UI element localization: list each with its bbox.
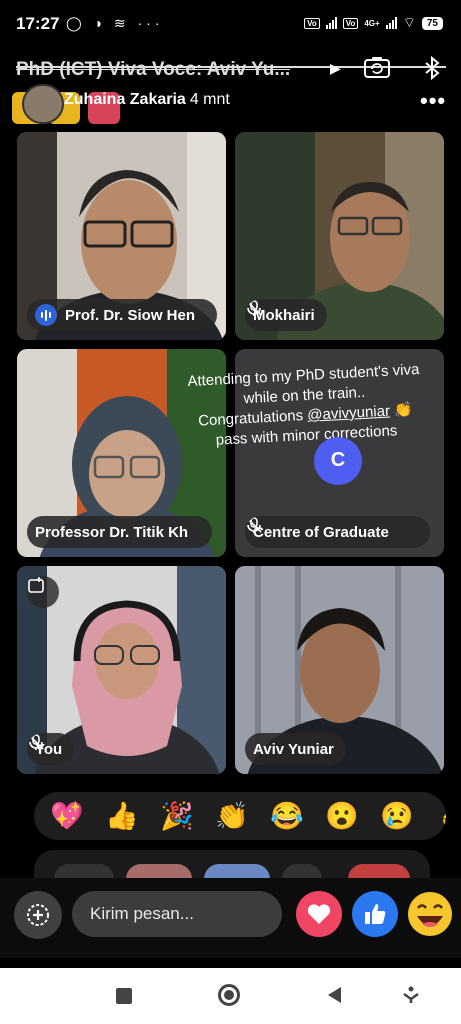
- home-button[interactable]: [218, 984, 240, 1006]
- story-caption: Attending to my PhD student's viva while…: [183, 360, 427, 452]
- bluetooth-icon[interactable]: [422, 56, 442, 80]
- network-type: 4G+: [364, 18, 380, 28]
- thumbs-up-emoji[interactable]: 👍: [105, 800, 139, 832]
- more-options-icon[interactable]: •••: [420, 88, 446, 114]
- participant-label: Centre of Graduate: [245, 516, 430, 548]
- recents-button[interactable]: [116, 988, 132, 1004]
- message-input[interactable]: Kirim pesan...: [72, 891, 282, 937]
- wifi-icon: ⌔: [402, 14, 416, 30]
- mic-muted-icon: [28, 734, 44, 750]
- like-button[interactable]: [352, 891, 398, 937]
- surprised-emoji[interactable]: 😮: [325, 800, 359, 832]
- clap-emoji: 👏: [393, 401, 414, 420]
- status-icons: Vo Vo 4G+ ⌔ 75: [304, 14, 443, 32]
- sender-name: Zuhaina Zakaria: [64, 91, 186, 108]
- loader-letter: C: [330, 449, 346, 471]
- crying-emoji[interactable]: 😢: [380, 800, 414, 832]
- clapping-emoji[interactable]: 👏: [215, 800, 249, 832]
- clock: 17:27: [16, 14, 60, 33]
- reaction-bar: 💖 👍 🎉 👏 😂 😮 😢 👌: [34, 792, 446, 840]
- participant-label: Professor Dr. Titik Kh: [27, 516, 212, 548]
- chevron-right-icon[interactable]: ▶: [330, 60, 341, 77]
- heart-icon: [307, 904, 331, 924]
- sparkling-heart-emoji[interactable]: 💖: [50, 800, 84, 832]
- camera-switch-icon[interactable]: [364, 56, 390, 78]
- loading-avatar: C: [314, 437, 362, 485]
- battery-icon: 75: [421, 16, 443, 30]
- ok-hand-emoji[interactable]: 👌: [435, 800, 446, 832]
- thumbs-up-icon: [365, 904, 386, 924]
- laughing-emoji-button[interactable]: [406, 890, 454, 938]
- participant-label: Prof. Dr. Siow Hen: [27, 299, 217, 331]
- signal-icon: [325, 17, 337, 29]
- mic-muted-icon: [246, 517, 262, 533]
- mention-link[interactable]: @avivyuniar: [307, 403, 391, 424]
- video-tile[interactable]: Aviv Yuniar: [235, 566, 444, 774]
- story-sender: Zuhaina Zakaria 4 mnt: [64, 91, 230, 109]
- video-tile[interactable]: You: [17, 566, 226, 774]
- party-popper-emoji[interactable]: 🎉: [160, 800, 194, 832]
- participant-name: Professor Dr. Titik Kh: [35, 523, 189, 541]
- effects-icon[interactable]: [27, 576, 59, 608]
- video-tile[interactable]: Mokhairi: [235, 132, 444, 340]
- call-title[interactable]: PhD (ICT) Viva Voce: Aviv Yu...: [16, 59, 290, 81]
- sender-avatar: [22, 84, 64, 124]
- heart-reaction-button[interactable]: [296, 891, 342, 937]
- plus-circle-icon: [27, 904, 49, 926]
- add-button[interactable]: [14, 891, 62, 939]
- notification-icons: ◯ ◑ ≋ ···: [66, 15, 164, 31]
- participant-label: Aviv Yuniar: [245, 733, 346, 765]
- accessibility-icon[interactable]: [402, 986, 420, 1004]
- video-tile[interactable]: Prof. Dr. Siow Hen: [17, 132, 226, 340]
- signal-icon-2: [385, 17, 397, 29]
- participant-label: Mokhairi: [245, 299, 327, 331]
- back-button[interactable]: [326, 986, 342, 1004]
- mic-muted-icon: [246, 300, 262, 316]
- volte-icon-2: Vo: [342, 17, 359, 29]
- volte-icon: Vo: [304, 17, 320, 29]
- status-bar: 17:27 ◯ ◑ ≋ ··· Vo Vo 4G+ ⌔ 75: [0, 0, 461, 46]
- participant-name: Aviv Yuniar: [253, 740, 334, 758]
- speaking-indicator-icon: [35, 304, 57, 326]
- participant-label: You: [27, 733, 75, 765]
- laughing-emoji[interactable]: 😂: [270, 800, 304, 832]
- story-time: 4 mnt: [189, 91, 230, 108]
- participant-name: Centre of Graduate: [253, 523, 389, 541]
- participant-name: Prof. Dr. Siow Hen: [65, 306, 196, 324]
